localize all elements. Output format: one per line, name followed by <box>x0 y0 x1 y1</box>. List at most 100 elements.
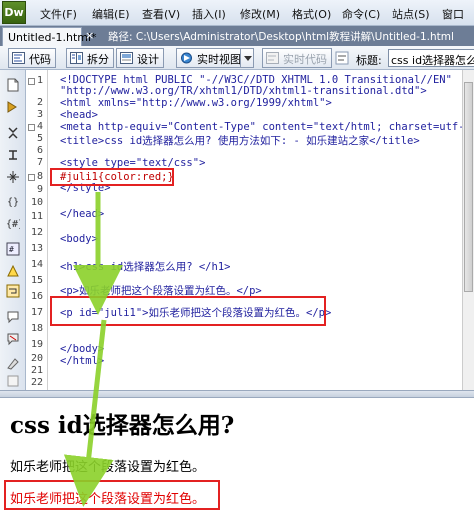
code-view-button[interactable]: 代码 <box>8 48 56 68</box>
code-line: </head> <box>60 208 105 220</box>
svg-text:#: # <box>9 245 14 254</box>
highlight-invalid-code-icon[interactable] <box>6 264 20 278</box>
code-icon <box>12 52 25 64</box>
collapse-selection-icon[interactable] <box>6 148 20 162</box>
svg-text:{#}: {#} <box>6 219 20 230</box>
file-path: 路径: C:\Users\Administrator\Desktop\html教… <box>108 31 454 43</box>
line-number: 20 <box>30 353 43 364</box>
remove-comment-icon[interactable] <box>6 332 20 346</box>
line-numbers-icon[interactable]: # <box>6 242 20 256</box>
code-line: <body> <box>60 233 98 245</box>
line-number: 15 <box>30 275 43 286</box>
live-view-icon <box>181 52 192 64</box>
line-number: 19 <box>30 339 43 350</box>
wrap-tag-icon[interactable] <box>6 356 20 370</box>
rendered-red-paragraph: 如乐老师把这个段落设置为红色。 <box>10 492 206 507</box>
line-number: 6 <box>36 145 43 156</box>
line-number: 21 <box>30 365 43 376</box>
menu-site[interactable]: 站点(S) <box>392 6 430 22</box>
design-view[interactable]: css id选择器怎么用? 如乐老师把这个段落设置为红色。 如乐老师把这个段落设… <box>0 398 474 519</box>
code-line: </body> <box>60 343 105 355</box>
document-tab-bar: Untitled-1.html* × 路径: C:\Users\Administ… <box>0 26 474 46</box>
menu-window[interactable]: 窗口 <box>442 6 464 22</box>
id-paragraph-highlight-box <box>50 296 326 326</box>
rendered-heading: css id选择器怎么用? <box>10 412 235 439</box>
menu-modify[interactable]: 修改(M) <box>240 6 280 22</box>
rendered-paragraph: 如乐老师把这个段落设置为红色。 <box>10 460 206 475</box>
title-input[interactable]: css id选择器怎么用 <box>388 49 474 67</box>
design-view-label: 设计 <box>137 53 159 66</box>
menu-file[interactable]: 文件(F) <box>40 6 77 22</box>
line-number: 3 <box>36 109 43 120</box>
code-line: <meta http-equiv="Content-Type" content=… <box>60 121 462 133</box>
line-number: 8 <box>36 171 43 182</box>
design-icon <box>120 52 133 64</box>
code-line: "http://www.w3.org/TR/xhtml1/DTD/xhtml1-… <box>60 85 427 97</box>
code-line: <title>css id选择器怎么用? 使用方法如下: - 如乐建站之家</t… <box>60 135 420 147</box>
code-view-label: 代码 <box>29 53 51 66</box>
menu-bar: Dw 文件(F) 编辑(E) 查看(V) 插入(I) 修改(M) 格式(O) 命… <box>0 0 474 26</box>
split-view-label: 拆分 <box>87 53 109 66</box>
open-documents-icon[interactable] <box>6 78 20 92</box>
code-editor[interactable]: <!DOCTYPE html PUBLIC "-//W3C//DTD XHTML… <box>48 70 462 390</box>
document-toolbar: 代码 拆分 设计 实时视图 实时代码 标题: css id选择器怎 <box>0 46 474 70</box>
line-number: 2 <box>36 97 43 108</box>
close-icon[interactable]: × <box>85 29 94 42</box>
line-number: 7 <box>36 157 43 168</box>
line-number: 5 <box>36 133 43 144</box>
show-code-navigator-icon[interactable] <box>6 100 20 114</box>
line-number: 1 <box>36 75 43 86</box>
snippet-icon[interactable] <box>6 374 20 388</box>
title-label: 标题: <box>356 54 382 67</box>
title-icon <box>335 51 349 65</box>
vertical-scrollbar[interactable] <box>462 70 474 390</box>
menu-commands[interactable]: 命令(C) <box>342 6 380 22</box>
code-line: <head> <box>60 109 98 121</box>
line-number: 4 <box>36 121 43 132</box>
line-number: 11 <box>30 211 43 222</box>
split-view-button[interactable]: 拆分 <box>66 48 114 68</box>
svg-text:{}: {} <box>7 197 19 208</box>
fold-toggle[interactable] <box>28 78 35 85</box>
line-number: 13 <box>30 243 43 254</box>
menu-edit[interactable]: 编辑(E) <box>92 6 130 22</box>
line-number: 9 <box>36 184 43 195</box>
live-view-button[interactable]: 实时视图 <box>176 48 246 68</box>
coding-toolbar: {} {#} # <box>0 70 26 390</box>
line-number: 16 <box>30 291 43 302</box>
css-rule-highlight-box <box>50 168 174 186</box>
split-divider[interactable] <box>0 390 474 398</box>
scrollbar-thumb[interactable] <box>464 82 473 292</box>
code-line: </html> <box>60 355 105 367</box>
chevron-down-icon <box>244 56 252 61</box>
fold-toggle[interactable] <box>28 124 35 131</box>
live-view-label: 实时视图 <box>197 53 241 66</box>
line-number: 22 <box>30 377 43 388</box>
expand-all-icon[interactable] <box>6 170 20 184</box>
apply-comment-icon[interactable] <box>6 310 20 324</box>
line-number: 14 <box>30 259 43 270</box>
select-parent-tag-icon[interactable]: {} <box>6 194 20 208</box>
design-view-button[interactable]: 设计 <box>116 48 164 68</box>
menu-view[interactable]: 查看(V) <box>142 6 180 22</box>
tab-untitled-1[interactable]: Untitled-1.html* <box>2 27 97 46</box>
word-wrap-icon[interactable] <box>6 284 20 298</box>
split-icon <box>70 52 83 64</box>
line-number: 18 <box>30 323 43 334</box>
menu-format[interactable]: 格式(O) <box>292 6 331 22</box>
live-code-label: 实时代码 <box>283 53 327 66</box>
menu-insert[interactable]: 插入(I) <box>192 6 226 22</box>
line-number: 17 <box>30 307 43 318</box>
fold-toggle[interactable] <box>28 174 35 181</box>
balance-braces-icon[interactable]: {#} <box>6 216 20 230</box>
live-view-dropdown[interactable] <box>240 48 254 68</box>
line-number: 10 <box>30 197 43 208</box>
line-number: 12 <box>30 227 43 238</box>
live-code-button[interactable]: 实时代码 <box>262 48 332 68</box>
code-line: <html xmlns="http://www.w3.org/1999/xhtm… <box>60 97 332 109</box>
code-line: <h1>css id选择器怎么用? </h1> <box>60 261 231 273</box>
collapse-tag-icon[interactable] <box>6 126 20 140</box>
dreamweaver-logo: Dw <box>2 1 26 24</box>
line-number-gutter: 1 2 3 4 5 6 7 8 9 10 11 12 13 14 15 16 1… <box>26 70 48 390</box>
live-code-icon <box>266 52 279 64</box>
